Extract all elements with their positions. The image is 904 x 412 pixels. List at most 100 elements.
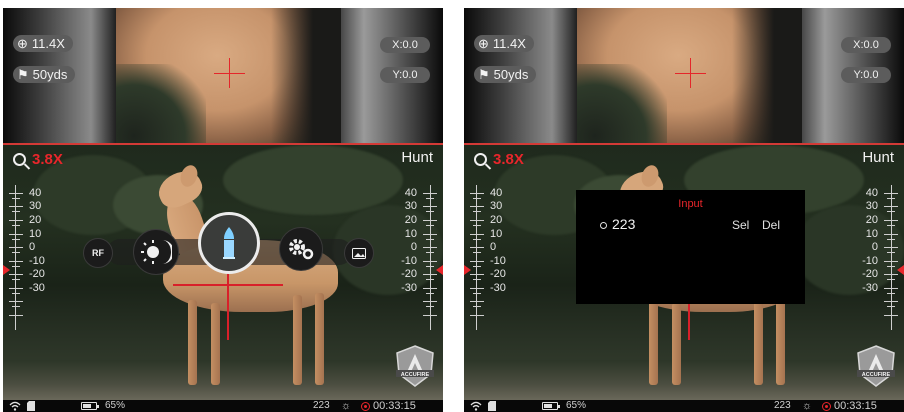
right-pointer-marker [436, 265, 443, 275]
zoom-value: 3.8X [493, 151, 524, 168]
zoom-crosshair-horizontal [214, 73, 245, 74]
brightness-status-icon: ☼ [802, 400, 813, 412]
scale-label: 10 [404, 228, 417, 240]
scale-label: -10 [401, 255, 417, 267]
scale-right: 40 30 20 10 0 -10 -20 -30 [856, 185, 898, 330]
profile-label: 223 [774, 400, 791, 411]
scale-label: 10 [29, 228, 42, 240]
rangefinder-button[interactable]: RF [83, 238, 113, 268]
scale-label: 20 [865, 214, 878, 226]
zoom-indicator: 3.8X [474, 151, 524, 168]
rangefinder-label: RF [92, 248, 104, 258]
sd-card-icon [488, 401, 496, 411]
mode-label: Hunt [401, 149, 433, 166]
zoom-indicator: 3.8X [13, 151, 63, 168]
battery-icon [81, 402, 99, 410]
wifi-icon [470, 401, 482, 411]
scale-label: -30 [490, 282, 506, 294]
distance-value: 50yds [32, 67, 68, 82]
zoom-scene [577, 8, 802, 144]
zoom-in-icon: ⊕ [17, 36, 28, 51]
scale-label: 20 [490, 214, 503, 226]
scale-left: 40 30 20 10 0 -10 -20 -30 [9, 185, 51, 330]
scale-label: -20 [401, 268, 417, 280]
magnification-value: 11.4X [492, 36, 526, 51]
picture-icon [352, 247, 366, 259]
zoom-crosshair-horizontal [675, 73, 706, 74]
zoom-window: ⊕ 11.4X ⚑ 50yds X:0.0 Y:0.0 [464, 8, 904, 144]
scale-label: 40 [865, 187, 878, 199]
brightness-contrast-icon [141, 240, 172, 264]
scale-label: -20 [862, 268, 878, 280]
scale-label: 0 [410, 241, 417, 253]
scale-label: -30 [862, 282, 878, 294]
sd-card-icon [27, 401, 35, 411]
scale-label: 20 [404, 214, 417, 226]
x-offset-pill: X:0.0 [841, 37, 891, 53]
settings-gears-icon [289, 239, 314, 260]
battery-icon [542, 402, 560, 410]
scale-label: 30 [404, 200, 417, 212]
scale-label: -30 [401, 282, 417, 294]
magnifier-icon [474, 153, 487, 166]
scale-label: 30 [29, 200, 42, 212]
status-bar: 65% 223 ☼ 00:33:15 [3, 400, 443, 412]
scope-screen-menu: ⊕ 11.4X ⚑ 50yds X:0.0 Y:0.0 3.8X Hunt 40… [3, 8, 443, 412]
scale-label: -10 [29, 255, 45, 267]
zoom-window: ⊕ 11.4X ⚑ 50yds X:0.0 Y:0.0 [3, 8, 443, 144]
profile-label: 223 [313, 400, 330, 411]
zoom-in-icon: ⊕ [478, 36, 489, 51]
brightness-status-icon: ☼ [341, 400, 352, 412]
record-icon [361, 402, 370, 411]
scale-label: 40 [29, 187, 42, 199]
scale-right: 40 30 20 10 0 -10 -20 -30 [395, 185, 437, 330]
scale-label: -20 [490, 268, 506, 280]
picture-button[interactable] [344, 238, 374, 268]
scale-label: 10 [490, 228, 503, 240]
y-offset-pill: Y:0.0 [380, 67, 430, 83]
mode-label: Hunt [862, 149, 894, 166]
main-scene: 3.8X Hunt 40 30 20 10 0 -10 -20 -30 40 3… [464, 145, 904, 400]
scale-label: 20 [29, 214, 42, 226]
input-dialog: Input 223 Sel Del [576, 190, 805, 304]
record-time: 00:33:15 [834, 400, 877, 412]
distance-value: 50yds [493, 67, 529, 82]
scale-label: -10 [862, 255, 878, 267]
record-icon [822, 402, 831, 411]
scale-label: 30 [865, 200, 878, 212]
brightness-button[interactable] [133, 229, 179, 275]
delete-button[interactable]: Del [762, 218, 780, 232]
flag-icon: ⚑ [478, 67, 490, 82]
select-button[interactable]: Sel [732, 218, 749, 232]
scale-label: -30 [29, 282, 45, 294]
y-offset-pill: Y:0.0 [841, 67, 891, 83]
svg-text:ACCUFIRE: ACCUFIRE [862, 372, 891, 378]
scale-label: 0 [490, 241, 497, 253]
bullet-profile-button[interactable] [198, 212, 260, 274]
svg-text:ACCUFIRE: ACCUFIRE [401, 372, 430, 378]
scale-label: 0 [29, 241, 36, 253]
wifi-icon [9, 401, 21, 411]
distance-pill: ⚑ 50yds [474, 66, 537, 83]
bullet-profile-value[interactable]: 223 [612, 216, 635, 232]
bullet-icon [223, 227, 235, 259]
radio-button[interactable] [600, 222, 607, 229]
magnification-value: 11.4X [31, 36, 65, 51]
scale-label: -20 [29, 268, 45, 280]
scale-left: 40 30 20 10 0 -10 -20 -30 [470, 185, 512, 330]
scope-screen-input: ⊕ 11.4X ⚑ 50yds X:0.0 Y:0.0 3.8X Hunt 40… [464, 8, 904, 412]
distance-pill: ⚑ 50yds [13, 66, 76, 83]
scale-label: 30 [490, 200, 503, 212]
record-time: 00:33:15 [373, 400, 416, 412]
zoom-scene [116, 8, 341, 144]
dialog-title: Input [678, 198, 703, 210]
accufire-logo: ACCUFIRE [857, 345, 895, 387]
right-pointer-marker [897, 265, 904, 275]
scale-label: 10 [865, 228, 878, 240]
scale-label: 40 [404, 187, 417, 199]
main-scene: 3.8X Hunt 40 30 20 10 0 -10 -20 -30 40 3… [3, 145, 443, 400]
left-pointer-marker [3, 265, 10, 275]
settings-button[interactable] [279, 227, 323, 271]
scale-label: 0 [871, 241, 878, 253]
x-offset-pill: X:0.0 [380, 37, 430, 53]
